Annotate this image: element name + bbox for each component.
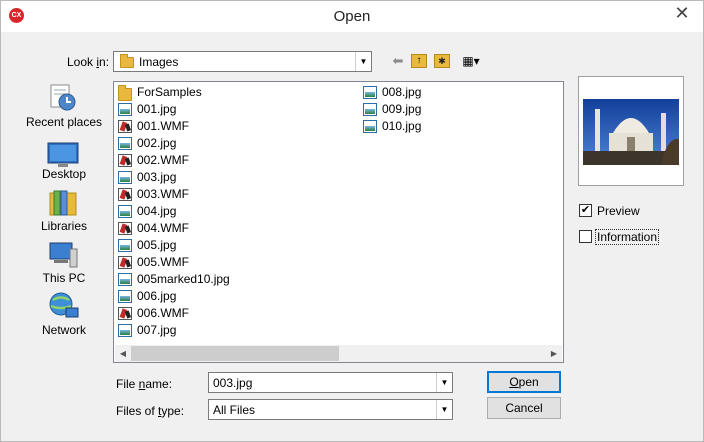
filename-label: File name: bbox=[116, 377, 173, 391]
wmf-file-icon bbox=[118, 154, 132, 167]
jpg-file-icon bbox=[118, 205, 132, 218]
open-button[interactable]: Open bbox=[487, 371, 561, 393]
jpg-file-icon bbox=[118, 239, 132, 252]
filetype-select[interactable]: All Files ▼ bbox=[208, 399, 453, 420]
wmf-file-icon bbox=[118, 222, 132, 235]
jpg-file-icon bbox=[118, 273, 132, 286]
jpg-file-icon bbox=[363, 86, 377, 99]
jpg-file-icon bbox=[118, 137, 132, 150]
view-menu-icon[interactable]: ▦▾ bbox=[457, 52, 485, 70]
folder-icon bbox=[118, 85, 132, 101]
chevron-down-icon[interactable]: ▼ bbox=[355, 52, 371, 71]
folder-icon bbox=[120, 54, 134, 68]
scroll-right-icon[interactable]: ▶ bbox=[546, 345, 562, 362]
open-dialog: CX Open ✕ Look in: Images ▼ ⬅ ↑ ✱ ▦▾ Rec… bbox=[0, 0, 704, 442]
back-arrow-icon[interactable]: ⬅ bbox=[389, 52, 407, 70]
close-icon[interactable]: ✕ bbox=[669, 3, 695, 23]
scroll-left-icon[interactable]: ◀ bbox=[115, 345, 131, 362]
wmf-file-icon bbox=[118, 120, 132, 133]
horizontal-scrollbar[interactable]: ◀ ▶ bbox=[115, 345, 562, 362]
cancel-button[interactable]: Cancel bbox=[487, 397, 561, 419]
jpg-file-icon bbox=[363, 120, 377, 133]
jpg-file-icon bbox=[118, 324, 132, 337]
new-folder-icon[interactable]: ✱ bbox=[434, 54, 450, 68]
information-label: Information bbox=[595, 229, 660, 245]
title-bar[interactable]: CX Open ✕ bbox=[1, 1, 703, 32]
window-title: Open bbox=[333, 8, 371, 25]
information-checkbox[interactable] bbox=[579, 230, 592, 243]
file-list[interactable]: ForSamples 001.jpg 001.WMF 002.jpg 002.W… bbox=[113, 81, 564, 363]
jpg-file-icon bbox=[363, 103, 377, 116]
wmf-file-icon bbox=[118, 256, 132, 269]
network-icon bbox=[49, 292, 79, 318]
lookin-value: Images bbox=[139, 55, 179, 69]
jpg-file-icon bbox=[118, 171, 132, 184]
scrollbar-thumb[interactable] bbox=[131, 346, 339, 361]
chevron-down-icon[interactable]: ▼ bbox=[436, 373, 452, 392]
recent-places-icon bbox=[50, 84, 76, 111]
lookin-label: Look in: bbox=[67, 55, 110, 69]
up-folder-icon[interactable]: ↑ bbox=[411, 54, 427, 68]
chevron-down-icon[interactable]: ▼ bbox=[436, 400, 452, 419]
preview-checkbox[interactable]: ✔ bbox=[579, 204, 592, 217]
jpg-file-icon bbox=[118, 290, 132, 303]
wmf-file-icon bbox=[118, 307, 132, 320]
this-pc-icon bbox=[49, 242, 78, 268]
preview-image bbox=[583, 99, 679, 165]
filename-input[interactable]: 003.jpg ▼ bbox=[208, 372, 453, 393]
preview-label: Preview bbox=[597, 204, 640, 218]
lookin-combo[interactable]: Images ▼ bbox=[113, 51, 372, 72]
libraries-icon bbox=[49, 190, 77, 216]
preview-pane bbox=[578, 76, 684, 186]
wmf-file-icon bbox=[118, 188, 132, 201]
jpg-file-icon bbox=[118, 103, 132, 116]
filetype-label: Files of type: bbox=[116, 404, 185, 418]
